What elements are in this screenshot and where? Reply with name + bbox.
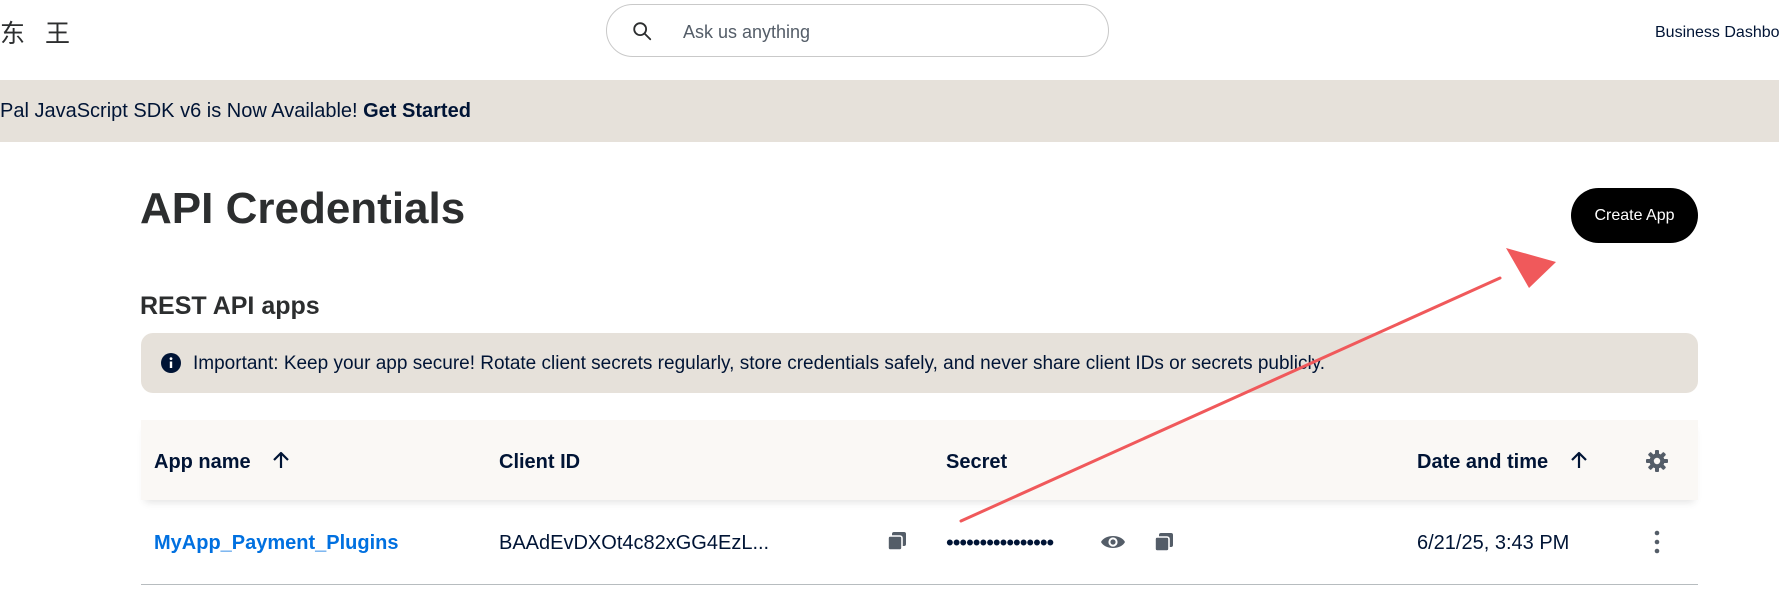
notice-text: Important: Keep your app secure! Rotate … xyxy=(193,353,1326,374)
copy-icon[interactable] xyxy=(886,530,908,552)
app-name-link[interactable]: MyApp_Payment_Plugins xyxy=(154,532,399,555)
create-app-button[interactable]: Create App xyxy=(1571,188,1698,243)
info-icon xyxy=(161,353,181,373)
logo[interactable]: 东 王 xyxy=(0,14,76,50)
top-bar: 东 王 Business Dashbo xyxy=(0,0,1779,80)
date-value: 6/21/25, 3:43 PM xyxy=(1417,532,1570,554)
get-started-link[interactable]: Get Started xyxy=(363,100,471,122)
banner-message: Pal JavaScript SDK v6 is Now Available! … xyxy=(0,100,471,123)
business-dashboard-link[interactable]: Business Dashbo xyxy=(1655,24,1779,42)
page-title: API Credentials xyxy=(140,184,466,233)
arrow-up-icon[interactable] xyxy=(1568,449,1590,471)
secret-masked: •••••••••••••••• xyxy=(946,530,1054,555)
column-date-time[interactable]: Date and time xyxy=(1417,451,1548,474)
client-id-value: BAAdEvDXOt4c82xGG4EzL... xyxy=(499,532,770,554)
gear-icon[interactable] xyxy=(1645,449,1669,473)
banner-text: Pal JavaScript SDK v6 is Now Available! xyxy=(0,100,364,122)
table-header: App name Client ID Secret Date and time xyxy=(141,420,1698,500)
column-secret: Secret xyxy=(946,451,1008,473)
column-client-id: Client ID xyxy=(499,451,581,473)
kebab-icon[interactable] xyxy=(1646,527,1668,557)
security-notice: Important: Keep your app secure! Rotate … xyxy=(141,333,1698,393)
arrow-up-icon[interactable] xyxy=(270,449,292,471)
announcement-banner: Pal JavaScript SDK v6 is Now Available! … xyxy=(0,80,1779,142)
search-icon xyxy=(633,22,652,41)
copy-icon[interactable] xyxy=(1153,531,1175,553)
section-title: REST API apps xyxy=(140,292,320,320)
column-app-name[interactable]: App name xyxy=(154,451,251,474)
table-row: MyApp_Payment_Plugins BAAdEvDXOt4c82xGG4… xyxy=(141,505,1698,585)
eye-icon[interactable] xyxy=(1100,530,1126,554)
search-input[interactable] xyxy=(681,17,1085,47)
search-box[interactable] xyxy=(606,4,1109,57)
